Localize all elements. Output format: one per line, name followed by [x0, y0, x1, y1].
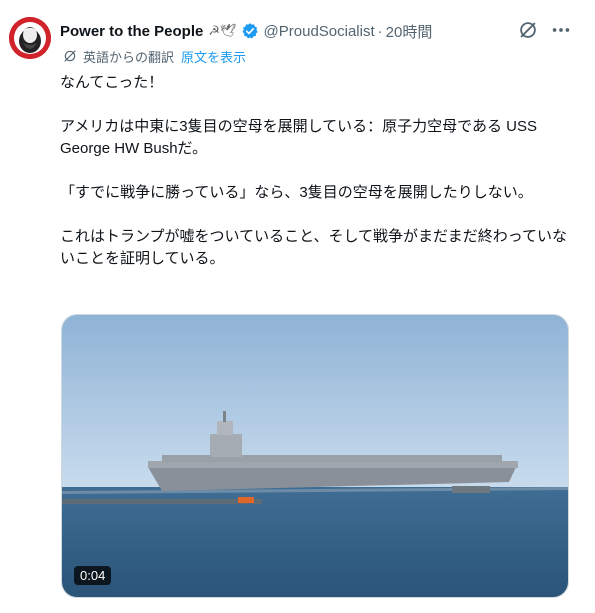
- tweet-paragraph: これはトランプが嘘をついていること、そして戦争がまだまだ終わっていないことを証明…: [60, 228, 568, 267]
- translate-icon: [64, 50, 76, 62]
- tweet-text: なんてこった！ アメリカは中東に3隻目の空母を展開している：原子力空母である U…: [60, 72, 572, 292]
- video-player[interactable]: 0:04: [61, 314, 569, 598]
- translated-label: 英語からの翻訳: [83, 49, 175, 65]
- name-emoji: ☭🕊: [208, 23, 237, 39]
- show-original-link[interactable]: 原文を表示: [181, 47, 246, 66]
- avatar[interactable]: [9, 17, 51, 59]
- verified-badge-icon: [241, 23, 258, 39]
- separator-dot: ·: [377, 22, 383, 40]
- grok-icon[interactable]: [517, 19, 539, 41]
- video-thumbnail: [62, 315, 568, 597]
- more-icon[interactable]: [550, 19, 572, 41]
- handle[interactable]: @ProudSocialist: [264, 23, 375, 40]
- tweet[interactable]: Power to the People ☭🕊 @ProudSocialist ·…: [0, 0, 595, 613]
- timestamp[interactable]: 20時間: [386, 21, 433, 42]
- tweet-header: Power to the People ☭🕊 @ProudSocialist ·…: [60, 20, 432, 42]
- tweet-paragraph: アメリカは中東に3隻目の空母を展開している：原子力空母である USS Georg…: [60, 118, 538, 157]
- tweet-paragraph: 「すでに戦争に勝っている」なら、3隻目の空母を展開したりしない。: [60, 184, 533, 201]
- tweet-paragraph: なんてこった！: [60, 74, 164, 91]
- translation-notice: 英語からの翻訳 原文を表示: [62, 47, 246, 65]
- display-name[interactable]: Power to the People: [60, 23, 203, 40]
- video-duration: 0:04: [74, 566, 112, 585]
- avatar-image: [9, 17, 51, 59]
